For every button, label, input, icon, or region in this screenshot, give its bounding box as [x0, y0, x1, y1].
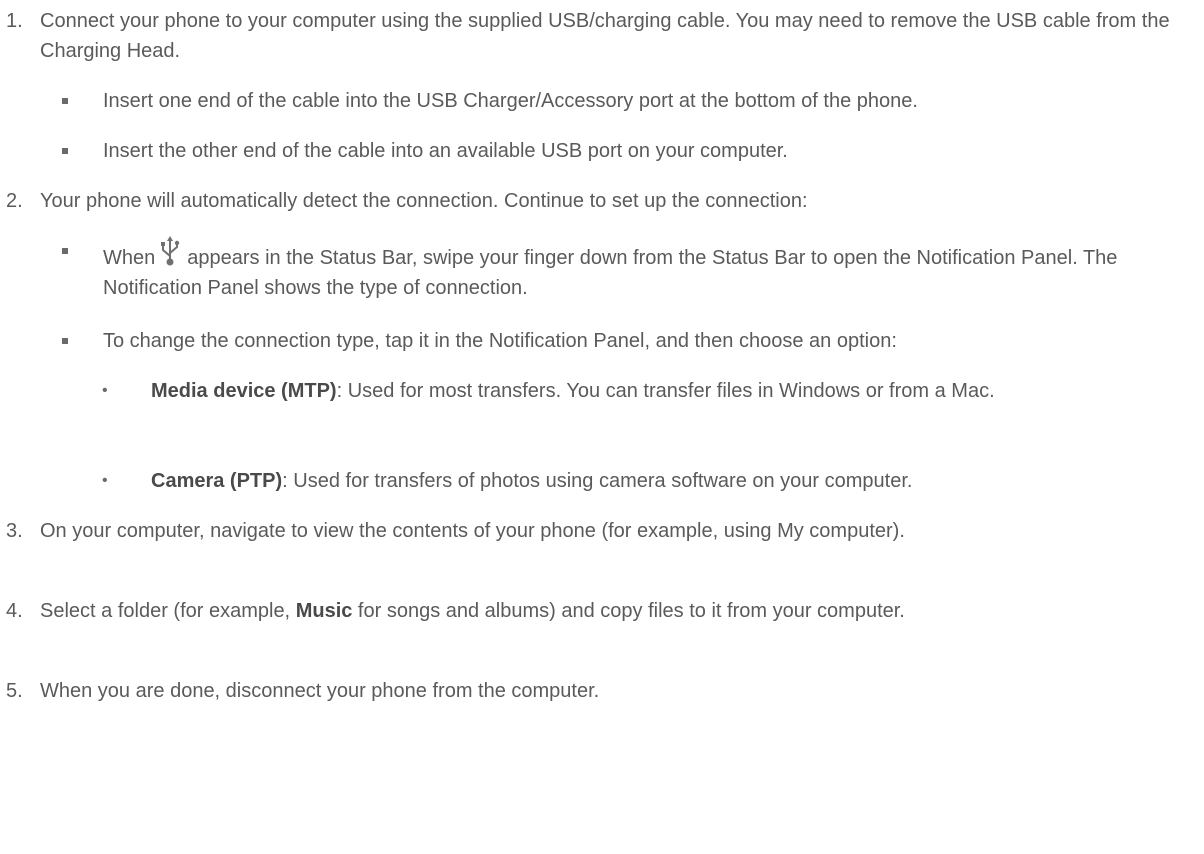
dot-bullet-icon: • [102, 472, 108, 489]
option-description: : Used for most transfers. You can trans… [336, 380, 995, 402]
step-text: When you are done, disconnect your phone… [40, 680, 600, 702]
sub-item-text-before-icon: When [103, 247, 156, 269]
square-bullet-icon [62, 98, 68, 104]
folder-name: Music [295, 600, 353, 622]
dot-bullet-icon: • [102, 382, 108, 399]
option-description: : Used for transfers of photos using cam… [282, 470, 913, 492]
step-text: On your computer, navigate to view the c… [40, 520, 905, 542]
square-bullet-icon [62, 248, 68, 254]
square-bullet-icon [62, 338, 68, 344]
usb-icon [159, 236, 181, 266]
sub-item-text: When appears in the Status Bar, swipe you… [103, 236, 1194, 303]
sub-item-text: Insert one end of the cable into the USB… [103, 90, 918, 112]
square-bullet-icon [62, 148, 68, 154]
step-text: Connect your phone to your computer usin… [40, 10, 1170, 62]
sub-item-text: Insert the other end of the cable into a… [103, 140, 788, 162]
option-label: Camera (PTP) [151, 470, 283, 492]
sub-item-text: To change the connection type, tap it in… [103, 330, 897, 352]
instructions-page: 1. Connect your phone to your computer u… [0, 0, 1204, 854]
step-text: Select a folder (for example, Music for … [40, 600, 905, 622]
sub-item-text-after-icon: appears in the Status Bar, swipe your fi… [103, 247, 1118, 299]
step-text: Your phone will automatically detect the… [40, 190, 808, 212]
option-label: Media device (MTP) [151, 380, 337, 402]
